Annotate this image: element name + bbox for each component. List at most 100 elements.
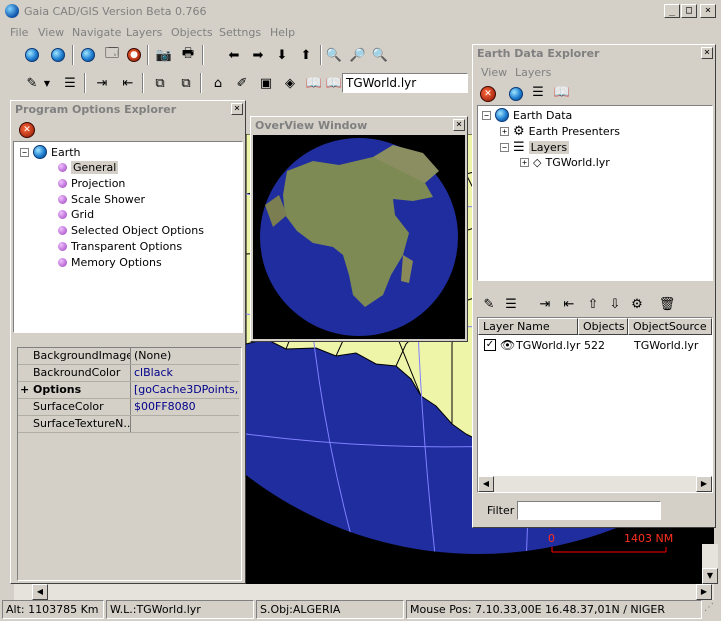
overview-canvas[interactable]: [253, 135, 465, 339]
export-icon[interactable]: ⇤: [559, 295, 579, 313]
book-icon[interactable]: 📖: [304, 74, 324, 92]
zoom-in-icon[interactable]: 🔍: [324, 46, 344, 64]
stop-icon[interactable]: ✕: [17, 121, 37, 139]
app-globe-icon[interactable]: [5, 4, 19, 18]
prop-row-backgroundimage[interactable]: BackgroundImage (None): [18, 348, 239, 365]
box-icon[interactable]: ▣: [256, 74, 276, 92]
gear-icon[interactable]: ⚙: [627, 295, 647, 313]
tree-item-selected-object-options[interactable]: Selected Object Options: [58, 224, 204, 237]
tree-node-earth[interactable]: − Earth: [20, 145, 81, 159]
earth-explorer-title: Earth Data Explorer: [473, 45, 715, 62]
pencil-layer-icon[interactable]: ✐: [232, 74, 252, 92]
move-down-icon[interactable]: ⇩: [605, 295, 625, 313]
layer-visible-checkbox[interactable]: ✓: [484, 339, 496, 351]
col-header-objects[interactable]: Objects: [578, 318, 628, 335]
tree-item-memory-options[interactable]: Memory Options: [58, 256, 162, 269]
earth-explorer-close-icon[interactable]: ×: [701, 47, 713, 59]
book-icon[interactable]: 📖: [553, 85, 571, 103]
prop-row-options[interactable]: + Options [goCache3DPoints,...: [18, 382, 239, 399]
layer-combo[interactable]: TGWorld.lyr: [342, 73, 468, 93]
menu-objects[interactable]: Objects: [171, 26, 213, 39]
layer-stack-icon[interactable]: ☰: [60, 74, 80, 92]
zoom-extent-icon[interactable]: 🔍: [370, 46, 390, 64]
arrow-down-icon[interactable]: ⬇: [272, 46, 292, 64]
chevron-down-icon[interactable]: ▼: [42, 74, 52, 92]
globe-icon[interactable]: [507, 85, 525, 103]
arrow-right-icon[interactable]: ➡: [248, 46, 268, 64]
globe-search-icon[interactable]: [48, 46, 68, 64]
globe-settings-icon[interactable]: [78, 46, 98, 64]
menu-settings[interactable]: Settngs: [219, 26, 261, 39]
menu-view[interactable]: View: [38, 26, 64, 39]
scroll-left-icon[interactable]: ◀: [478, 476, 494, 492]
maximize-button[interactable]: □: [681, 4, 697, 18]
stop-icon[interactable]: ●: [124, 46, 144, 64]
tree-item-general[interactable]: General: [58, 161, 119, 174]
layer-list-hscrollbar[interactable]: ◀ ▶: [478, 476, 712, 492]
tree-item-transparent-options[interactable]: Transparent Options: [58, 240, 182, 253]
scroll-right-icon[interactable]: ▶: [696, 476, 712, 492]
close-button[interactable]: ×: [700, 4, 716, 18]
window-title: Gaia CAD/GIS Version Beta 0.766: [24, 5, 207, 18]
filter-input[interactable]: [517, 501, 661, 520]
house-layer-icon[interactable]: ⌂: [208, 74, 228, 92]
scroll-right-icon[interactable]: ▶: [696, 584, 712, 600]
col-header-layer-name[interactable]: Layer Name: [478, 318, 578, 335]
prop-value: $00FF8080: [134, 400, 196, 413]
explorer-menu-view[interactable]: View: [481, 66, 507, 79]
layer-edit-icon[interactable]: ✎: [22, 74, 42, 92]
import-icon[interactable]: ⇥: [92, 74, 112, 92]
move-up-icon[interactable]: ⇧: [583, 295, 603, 313]
overview-close-icon[interactable]: ×: [453, 119, 465, 131]
property-grid[interactable]: BackgroundImage (None) BackroundColor cl…: [17, 347, 242, 581]
menu-navigate[interactable]: Navigate: [72, 26, 121, 39]
layer-list[interactable]: Layer Name Objects ObjectSource ✓ 👁 TGWo…: [477, 317, 713, 493]
resize-grip-icon[interactable]: ⋰: [704, 602, 718, 618]
col-header-object-source[interactable]: ObjectSource: [628, 318, 712, 335]
trash-icon[interactable]: 🗑: [657, 295, 677, 313]
arrow-up-icon[interactable]: ⬆: [296, 46, 316, 64]
prop-row-backroundcolor[interactable]: BackroundColor clBlack: [18, 365, 239, 382]
book-open-icon[interactable]: 📖: [324, 74, 344, 92]
zoom-out-icon[interactable]: 🔎: [348, 46, 368, 64]
stop-icon[interactable]: ✕: [479, 85, 497, 103]
status-working-layer: W.L.:TGWorld.lyr: [106, 600, 254, 619]
import-icon[interactable]: ⇥: [535, 295, 555, 313]
tree-node-earth-presenters[interactable]: + ⚙ Earth Presenters: [500, 124, 620, 139]
layers-icon[interactable]: ☰: [529, 85, 547, 103]
tree-node-earth-data[interactable]: − Earth Data: [482, 108, 572, 122]
paste-object-icon[interactable]: ⧉: [176, 74, 196, 92]
table-row[interactable]: ✓ 👁 TGWorld.lyr 522 TGWorld.lyr: [478, 337, 712, 354]
layer-stack-icon[interactable]: ☰: [501, 295, 521, 313]
export-icon[interactable]: ⇤: [118, 74, 138, 92]
tree-item-projection[interactable]: Projection: [58, 177, 125, 190]
prop-row-surfacecolor[interactable]: SurfaceColor $00FF8080: [18, 399, 239, 416]
scroll-down-icon[interactable]: ▼: [702, 568, 718, 584]
program-options-close-icon[interactable]: ×: [231, 103, 243, 115]
globe-icon[interactable]: [22, 46, 42, 64]
splitter[interactable]: [13, 335, 243, 339]
menu-file[interactable]: File: [10, 26, 28, 39]
tree-item-scale-shower[interactable]: Scale Shower: [58, 193, 145, 206]
prop-row-surfacetexture[interactable]: SurfaceTextureN...: [18, 416, 239, 433]
scroll-left-icon[interactable]: ◀: [32, 584, 48, 600]
eye-icon[interactable]: 👁: [500, 338, 515, 352]
tree-node-tgworld[interactable]: + ◇ TGWorld.lyr: [520, 156, 610, 169]
explorer-menu-layers[interactable]: Layers: [515, 66, 551, 79]
arrow-left-icon[interactable]: ⬅: [224, 46, 244, 64]
earth-data-tree[interactable]: − Earth Data + ⚙ Earth Presenters − ☰ Laye…: [477, 105, 713, 281]
tree-item-grid[interactable]: Grid: [58, 208, 94, 221]
document-icon[interactable]: 🗔: [102, 46, 122, 64]
camera-icon[interactable]: 📷: [154, 46, 174, 64]
cube-icon[interactable]: ◈: [280, 74, 300, 92]
menu-help[interactable]: Help: [270, 26, 295, 39]
map-vertical-scrollbar[interactable]: ▼: [702, 544, 718, 584]
copy-object-icon[interactable]: ⧉: [150, 74, 170, 92]
minimize-button[interactable]: _: [664, 4, 680, 18]
options-tree[interactable]: − Earth General Projection Scale Shower …: [13, 141, 243, 333]
tree-node-layers[interactable]: − ☰ Layers: [500, 140, 570, 155]
printer-icon[interactable]: 🖶: [178, 46, 198, 64]
menu-layers[interactable]: Layers: [126, 26, 162, 39]
map-horizontal-scrollbar[interactable]: ◀ ▶: [14, 584, 714, 600]
layer-edit-icon[interactable]: ✎: [479, 295, 499, 313]
